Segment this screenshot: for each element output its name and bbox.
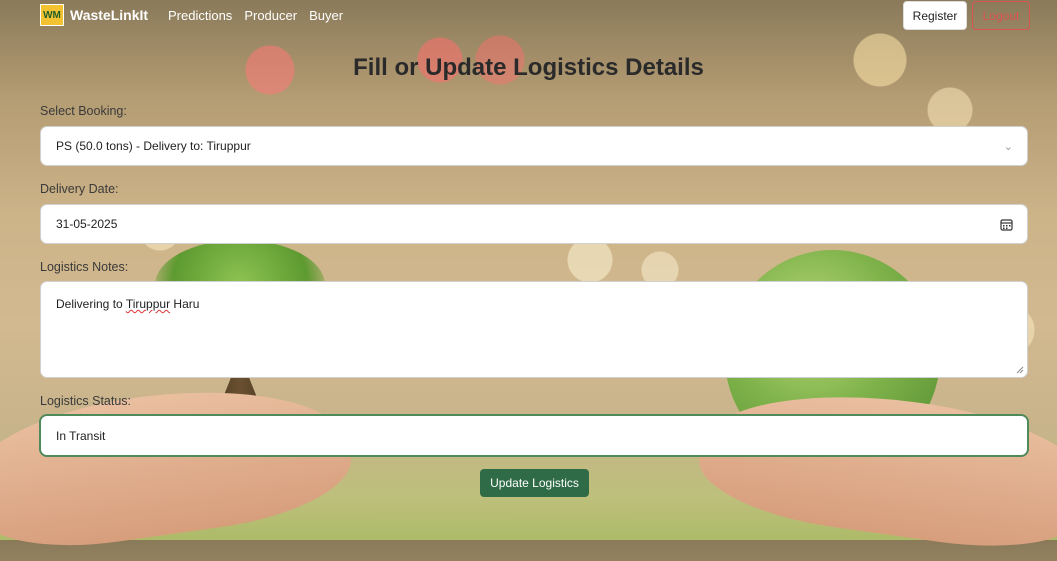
nav-link-buyer[interactable]: Buyer <box>309 8 343 23</box>
spellcheck-word: Tiruppur <box>125 297 171 311</box>
delivery-date-label: Delivery Date: <box>40 182 119 196</box>
notes-label: Logistics Notes: <box>40 260 129 274</box>
nav-link-producer[interactable]: Producer <box>244 8 297 23</box>
update-logistics-button[interactable]: Update Logistics <box>480 469 589 497</box>
delivery-date-value: 31-05-2025 <box>56 217 118 231</box>
nav-link-predictions[interactable]: Predictions <box>168 8 232 23</box>
register-button[interactable]: Register <box>903 1 967 30</box>
delivery-date-input[interactable]: 31-05-2025 <box>40 204 1028 244</box>
brand-name: WasteLinkIt <box>70 7 149 23</box>
brand[interactable]: WM WasteLinkIt <box>40 4 148 26</box>
notes-textarea[interactable]: Delivering to Tiruppur Haru <box>40 281 1028 378</box>
resize-handle-icon[interactable] <box>1016 366 1024 374</box>
booking-label: Select Booking: <box>40 104 127 118</box>
booking-select[interactable]: PS (50.0 tons) - Delivery to: Tiruppur ⌄ <box>40 126 1028 166</box>
navbar: WM WasteLinkIt Predictions Producer Buye… <box>0 0 1057 30</box>
notes-text-suffix: Haru <box>170 297 200 311</box>
status-value: In Transit <box>56 428 106 443</box>
notes-text-prefix: Delivering to <box>56 297 126 311</box>
status-input[interactable]: In Transit <box>40 415 1028 456</box>
chevron-down-icon: ⌄ <box>1003 141 1013 153</box>
page-title: Fill or Update Logistics Details <box>353 54 704 81</box>
notes-text: Delivering to Tiruppur Haru <box>56 297 199 311</box>
nav-links: Predictions Producer Buyer <box>168 8 343 23</box>
status-label: Logistics Status: <box>40 394 132 408</box>
booking-select-value: PS (50.0 tons) - Delivery to: Tiruppur <box>56 139 251 153</box>
calendar-icon[interactable] <box>1000 218 1013 231</box>
logout-button[interactable]: Logout <box>972 1 1030 30</box>
logo-icon: WM <box>40 4 64 26</box>
